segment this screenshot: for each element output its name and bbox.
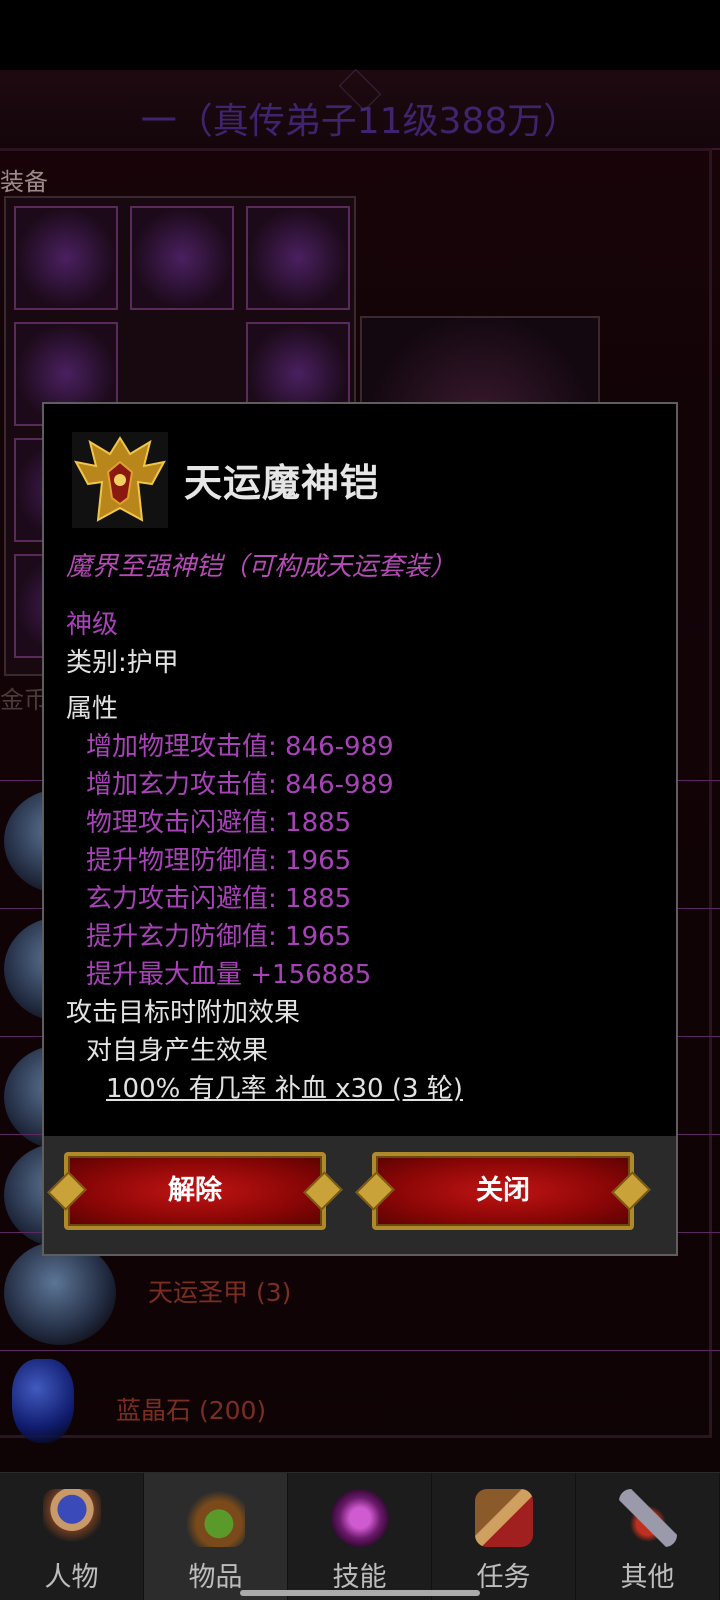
bottom-nav: 人物 物品 技能 任务 其他 [0,1472,720,1600]
character-title: 一（真传弟子11级388万） [140,101,580,142]
unequip-button-label: 解除 [168,1175,222,1206]
skill-orb-icon [330,1489,389,1547]
item-description: 魔界至强神铠（可构成天运套装） [66,552,457,582]
nav-label: 任务 [476,1562,531,1593]
effect-detail[interactable]: 100% 有几率 补血 x30 (3 轮) [66,1070,666,1108]
nav-tab-items[interactable]: 物品 [144,1473,288,1600]
nav-label: 物品 [188,1562,243,1593]
other-axe-icon [618,1489,677,1547]
demon-armor-icon [72,432,168,528]
gesture-bar[interactable] [240,1590,480,1596]
item-name: 天运魔神铠 [184,461,380,505]
close-button[interactable]: 关闭 [355,1150,651,1232]
effect-target: 对自身产生效果 [86,1036,269,1066]
armor-thumbnail [4,1241,116,1345]
nav-tab-other[interactable]: 其他 [576,1473,720,1600]
dialog-button-bar: 解除 关闭 [44,1136,676,1254]
inventory-item-name: 天运圣甲 (3) [148,1278,292,1307]
quest-icon [474,1489,533,1547]
equip-label: 装备 [0,168,48,196]
item-detail-dialog: 天运魔神铠 魔界至强神铠（可构成天运套装） 神级 类别:护甲 属性 增加物理攻击… [42,402,678,1256]
attribute-line: 提升玄力防御值: 1965 [86,922,352,952]
effect-detail-link[interactable]: 100% 有几率 补血 x30 (3 轮) [106,1074,463,1104]
equip-slot-armor[interactable] [130,206,234,310]
nav-label: 人物 [44,1562,99,1593]
attributes-header: 属性 [66,694,119,724]
inventory-row[interactable]: 蓝晶石 (200) [0,1350,720,1468]
nav-label: 技能 [332,1562,387,1593]
item-grade: 神级 [66,610,119,640]
attribute-line: 增加物理攻击值: 846-989 [86,732,394,762]
nav-tab-skills[interactable]: 技能 [288,1473,432,1600]
nav-label: 其他 [620,1562,675,1593]
unequip-button[interactable]: 解除 [47,1150,343,1232]
potion-bag-icon [186,1489,245,1547]
character-icon [42,1489,101,1547]
inventory-item-name: 蓝晶石 (200) [116,1396,267,1425]
item-stats: 神级 类别:护甲 属性 增加物理攻击值: 846-989 增加玄力攻击值: 84… [66,606,666,1108]
attribute-line: 增加玄力攻击值: 846-989 [86,770,394,800]
attribute-line: 物理攻击闪避值: 1885 [86,808,352,838]
attribute-line: 提升最大血量 +156885 [86,960,372,990]
item-category: 类别:护甲 [66,648,179,678]
nav-tab-quests[interactable]: 任务 [432,1473,576,1600]
attribute-line: 玄力攻击闪避值: 1885 [86,884,352,914]
equip-slot-amulet[interactable] [246,206,350,310]
close-button-label: 关闭 [476,1175,530,1206]
nav-tab-character[interactable]: 人物 [0,1473,144,1600]
crystal-thumbnail [12,1359,74,1443]
attribute-line: 提升物理防御值: 1965 [86,846,352,876]
equip-slot-helmet[interactable] [14,206,118,310]
effect-header: 攻击目标时附加效果 [66,998,301,1028]
